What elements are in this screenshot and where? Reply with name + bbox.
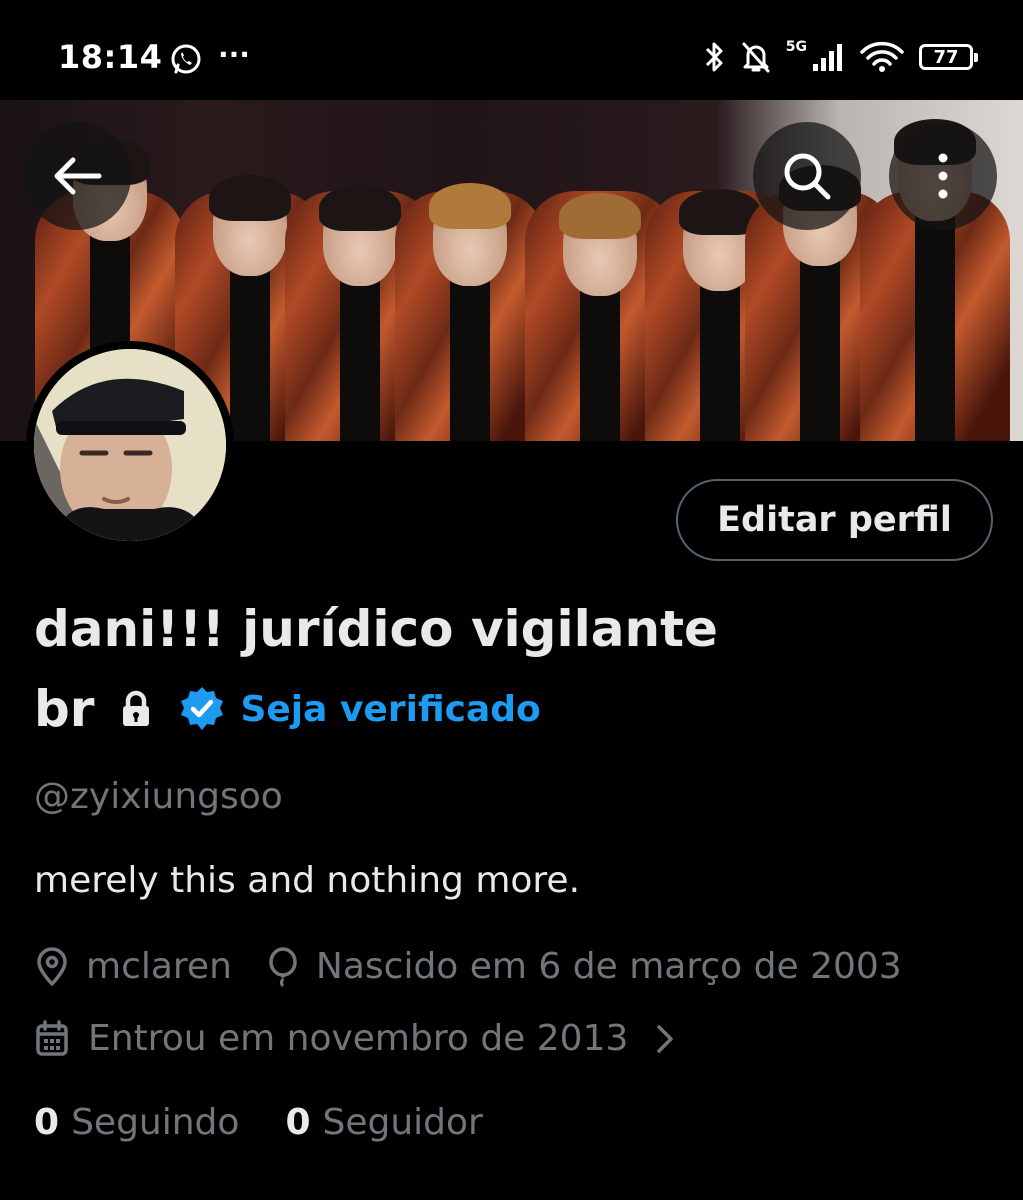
avatar-image xyxy=(34,349,226,541)
profile-bio: merely this and nothing more. xyxy=(34,860,581,901)
search-button[interactable] xyxy=(753,122,861,230)
search-icon xyxy=(784,153,831,200)
follow-stats: 0 Seguindo 0 Seguidor xyxy=(34,1102,483,1143)
profile-avatar[interactable] xyxy=(26,341,234,549)
followers-label: Seguidor xyxy=(322,1102,483,1143)
bluetooth-icon xyxy=(705,42,723,72)
verified-badge-icon[interactable] xyxy=(178,685,226,733)
profile-joined[interactable]: Entrou em novembro de 2013 xyxy=(34,1018,676,1059)
back-button[interactable] xyxy=(23,122,131,230)
status-more-indicator: ··· xyxy=(218,38,250,71)
network-type: 5G xyxy=(785,39,807,55)
profile-location: mclaren xyxy=(34,946,232,987)
followers-link[interactable]: 0 Seguidor xyxy=(285,1102,482,1143)
battery-indicator: 77 xyxy=(919,44,978,70)
profile-display-name: dani!!! jurídico vigilante xyxy=(34,600,718,658)
profile-handle: @zyixiungsoo xyxy=(34,776,283,817)
calendar-icon xyxy=(36,1019,68,1056)
status-bar: 18:14 ··· 5G 77 xyxy=(0,0,1023,100)
edit-profile-button[interactable]: Editar perfil xyxy=(676,479,993,561)
battery-level: 77 xyxy=(933,46,959,68)
whatsapp-icon xyxy=(171,44,201,74)
get-verified-link[interactable]: Seja verificado xyxy=(240,689,540,730)
following-link[interactable]: 0 Seguindo xyxy=(34,1102,239,1143)
status-time: 18:14 xyxy=(58,38,163,76)
more-options-button[interactable] xyxy=(889,122,997,230)
location-pin-icon xyxy=(37,946,67,986)
balloon-icon xyxy=(269,946,297,987)
profile-location-text: mclaren xyxy=(86,946,232,987)
arrow-left-icon xyxy=(54,157,102,195)
profile-birthday: Nascido em 6 de março de 2003 xyxy=(266,946,902,987)
lock-icon xyxy=(123,690,150,726)
profile-joined-text: Entrou em novembro de 2013 xyxy=(88,1018,629,1059)
wifi-icon xyxy=(860,41,904,72)
chevron-right-icon xyxy=(657,1024,674,1053)
followers-count: 0 xyxy=(285,1102,311,1143)
following-label: Seguindo xyxy=(71,1102,240,1143)
more-vertical-icon xyxy=(938,153,948,199)
profile-display-name-continued: br xyxy=(34,680,95,738)
profile-meta-row: mclaren Nascido em 6 de março de 2003 xyxy=(34,946,902,987)
profile-name-row: br Seja verificado xyxy=(34,680,541,738)
following-count: 0 xyxy=(34,1102,60,1143)
profile-joined-row[interactable]: Entrou em novembro de 2013 xyxy=(34,1018,676,1059)
profile-birthday-text: Nascido em 6 de março de 2003 xyxy=(315,946,902,987)
status-icons: 5G 77 xyxy=(704,39,978,74)
avatar-photo xyxy=(34,349,226,541)
signal-icon xyxy=(813,44,842,71)
notifications-off-icon xyxy=(742,42,770,73)
